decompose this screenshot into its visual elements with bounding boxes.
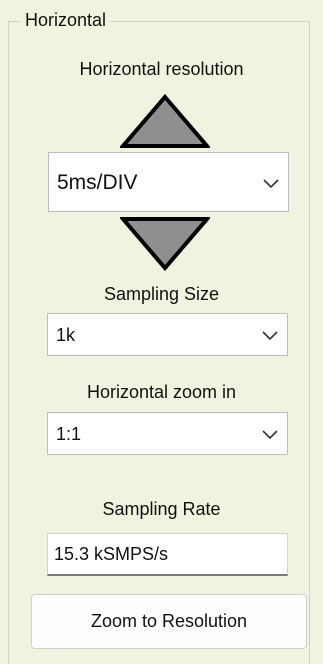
sampling-size-value: 1k [56,325,76,345]
sampling-size-dropdown[interactable]: 1k [47,313,288,356]
chevron-down-icon [263,179,279,189]
zoom-to-resolution-button[interactable]: Zoom to Resolution [31,594,307,649]
horizontal-resolution-label: Horizontal resolution [79,59,244,79]
sampling-size-label: Sampling Size [103,284,220,304]
sampling-rate-field[interactable]: 15.3 kSMPS/s [47,533,288,576]
horizontal-zoom-value: 1:1 [56,424,82,444]
horizontal-panel: Horizontal Horizontal resolution 5ms/DIV… [0,0,323,664]
chevron-down-icon [262,430,278,440]
horizontal-resolution-value: 5ms/DIV [57,171,138,194]
horizontal-zoom-label: Horizontal zoom in [86,382,237,402]
horizontal-resolution-dropdown[interactable]: 5ms/DIV [48,152,289,212]
triangle-up-icon[interactable] [120,94,210,149]
sampling-rate-label: Sampling Rate [102,499,221,519]
horizontal-zoom-dropdown[interactable]: 1:1 [47,412,288,455]
triangle-down-icon[interactable] [120,216,210,271]
sampling-rate-value: 15.3 kSMPS/s [54,544,169,564]
chevron-down-icon [262,331,278,341]
group-title: Horizontal [20,9,111,31]
